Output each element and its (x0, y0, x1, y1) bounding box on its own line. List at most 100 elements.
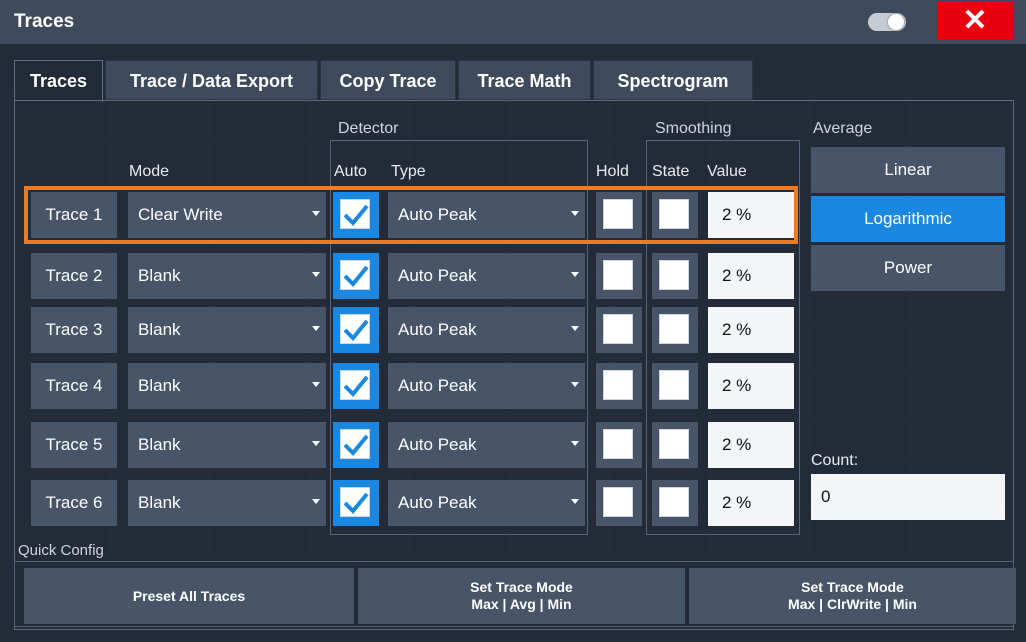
detector-type-value: Auto Peak (398, 435, 477, 454)
average-heading: Average (813, 120, 873, 137)
hold-checkbox[interactable] (596, 480, 642, 526)
smoothing-state-checkbox[interactable] (652, 422, 698, 468)
detector-type-dropdown[interactable]: Auto Peak (388, 363, 585, 409)
detector-type-value: Auto Peak (398, 320, 477, 339)
checkmark-icon (343, 265, 369, 287)
tab-spectrogram[interactable]: Spectrogram (593, 60, 753, 100)
toggle-switch-icon[interactable] (868, 13, 906, 31)
checkbox-box (340, 260, 370, 290)
state-column-header: State (652, 163, 690, 180)
detector-type-dropdown[interactable]: Auto Peak (388, 307, 585, 353)
smoothing-value-input[interactable]: 2 % (708, 253, 794, 299)
set-trace-mode-sub-1: Max | Avg | Min (471, 596, 572, 612)
dialog-title: Traces (14, 11, 75, 32)
chevron-down-icon (312, 326, 320, 331)
smoothing-value-input[interactable]: 2 % (708, 480, 794, 526)
hold-checkbox[interactable] (596, 307, 642, 353)
mode-dropdown[interactable]: Blank (128, 307, 326, 353)
average-linear-button[interactable]: Linear (811, 147, 1005, 193)
checkbox-box (659, 429, 689, 459)
chevron-down-icon (571, 326, 579, 331)
set-trace-mode-max-clrwrite-min-button[interactable]: Set Trace Mode Max | ClrWrite | Min (689, 568, 1016, 624)
smoothing-state-checkbox[interactable] (652, 363, 698, 409)
hold-checkbox[interactable] (596, 422, 642, 468)
mode-dropdown[interactable]: Blank (128, 253, 326, 299)
tab-traces[interactable]: Traces (14, 60, 103, 102)
trace-button[interactable]: Trace 5 (31, 422, 117, 468)
chevron-down-icon (312, 441, 320, 446)
smoothing-state-checkbox[interactable] (652, 480, 698, 526)
smoothing-value-input[interactable]: 2 % (708, 363, 794, 409)
detector-type-value: Auto Peak (398, 266, 477, 285)
checkbox-box (659, 370, 689, 400)
type-column-header: Type (391, 163, 426, 180)
checkbox-box (603, 429, 633, 459)
mode-value: Blank (138, 435, 181, 454)
set-trace-mode-max-avg-min-button[interactable]: Set Trace Mode Max | Avg | Min (358, 568, 685, 624)
toggle-knob (888, 14, 904, 30)
mode-value: Blank (138, 493, 181, 512)
hold-column-header: Hold (596, 163, 629, 180)
average-power-button[interactable]: Power (811, 245, 1005, 291)
checkbox-box (659, 260, 689, 290)
tab-copy-trace[interactable]: Copy Trace (320, 60, 456, 100)
smoothing-state-checkbox[interactable] (652, 253, 698, 299)
auto-checkbox[interactable] (333, 363, 379, 409)
tab-trace-math[interactable]: Trace Math (458, 60, 591, 100)
chevron-down-icon (312, 382, 320, 387)
detector-type-value: Auto Peak (398, 493, 477, 512)
tab-trace-data-export[interactable]: Trace / Data Export (105, 60, 318, 100)
detector-type-dropdown[interactable]: Auto Peak (388, 480, 585, 526)
detector-type-dropdown[interactable]: Auto Peak (388, 422, 585, 468)
checkmark-icon (343, 319, 369, 341)
quick-config-heading: Quick Config (18, 542, 104, 559)
preset-all-traces-label: Preset All Traces (132, 587, 246, 604)
mode-value: Blank (138, 320, 181, 339)
traces-dialog: Traces ✕ Traces Trace / Data Export Copy… (0, 0, 1026, 642)
mode-value: Blank (138, 266, 181, 285)
checkbox-box (340, 429, 370, 459)
mode-dropdown[interactable]: Blank (128, 363, 326, 409)
close-button[interactable]: ✕ (937, 2, 1013, 40)
smoothing-heading: Smoothing (655, 120, 732, 137)
selected-row-highlight (24, 186, 798, 244)
smoothing-value-input[interactable]: 2 % (708, 307, 794, 353)
checkbox-box (659, 487, 689, 517)
chevron-down-icon (312, 272, 320, 277)
chevron-down-icon (571, 441, 579, 446)
detector-type-dropdown[interactable]: Auto Peak (388, 253, 585, 299)
trace-button[interactable]: Trace 4 (31, 363, 117, 409)
checkmark-icon (343, 492, 369, 514)
mode-dropdown[interactable]: Blank (128, 422, 326, 468)
checkbox-box (340, 370, 370, 400)
average-logarithmic-button[interactable]: Logarithmic (811, 196, 1005, 242)
preset-all-traces-button[interactable]: Preset All Traces (24, 568, 354, 624)
mode-value: Blank (138, 376, 181, 395)
auto-checkbox[interactable] (333, 480, 379, 526)
detector-type-value: Auto Peak (398, 376, 477, 395)
hold-checkbox[interactable] (596, 253, 642, 299)
mode-dropdown[interactable]: Blank (128, 480, 326, 526)
count-input[interactable]: 0 (811, 474, 1005, 520)
checkbox-box (603, 487, 633, 517)
checkbox-box (603, 260, 633, 290)
set-trace-mode-label-1: Set Trace Mode (470, 579, 573, 595)
auto-checkbox[interactable] (333, 307, 379, 353)
smoothing-value-input[interactable]: 2 % (708, 422, 794, 468)
checkbox-box (603, 314, 633, 344)
hold-checkbox[interactable] (596, 363, 642, 409)
chevron-down-icon (312, 499, 320, 504)
auto-checkbox[interactable] (333, 253, 379, 299)
checkmark-icon (343, 375, 369, 397)
value-column-header: Value (707, 163, 747, 180)
mode-column-header: Mode (129, 163, 170, 180)
checkbox-box (659, 314, 689, 344)
set-trace-mode-sub-2: Max | ClrWrite | Min (788, 596, 917, 612)
trace-button[interactable]: Trace 2 (31, 253, 117, 299)
auto-checkbox[interactable] (333, 422, 379, 468)
count-label: Count: (811, 452, 859, 469)
trace-button[interactable]: Trace 6 (31, 480, 117, 526)
trace-button[interactable]: Trace 3 (31, 307, 117, 353)
checkmark-icon (343, 434, 369, 456)
smoothing-state-checkbox[interactable] (652, 307, 698, 353)
